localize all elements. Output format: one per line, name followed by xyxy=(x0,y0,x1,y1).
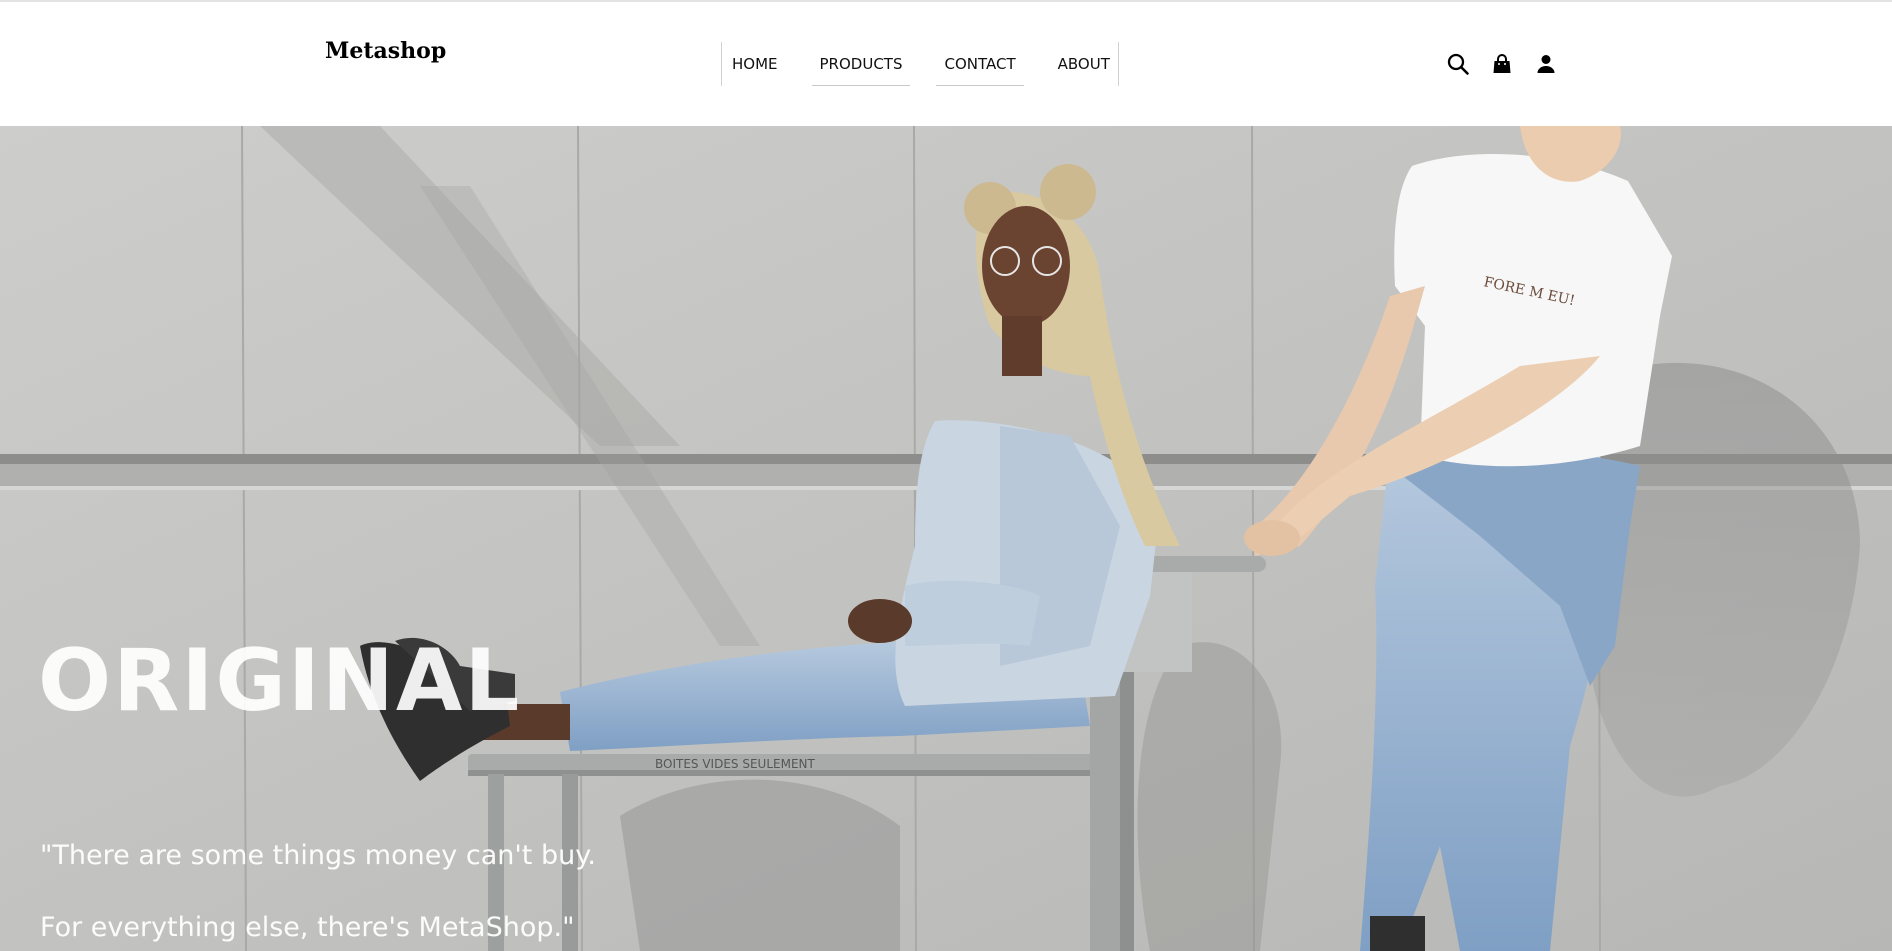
nav-contact[interactable]: CONTACT xyxy=(936,43,1024,86)
main-nav: HOME PRODUCTS CONTACT ABOUT xyxy=(721,42,1119,86)
header-actions xyxy=(1446,52,1558,76)
nav-home[interactable]: HOME xyxy=(724,43,786,85)
nav-about[interactable]: ABOUT xyxy=(1050,43,1118,85)
hero-quote: "There are some things money can't buy. … xyxy=(40,802,596,951)
search-icon[interactable] xyxy=(1446,52,1470,76)
hero-quote-line-2: For everything else, there's MetaShop." xyxy=(40,912,575,943)
hero-quote-line-1: "There are some things money can't buy. xyxy=(40,840,596,871)
hero-headline: ORIGINAL xyxy=(38,631,522,731)
site-header: Metashop HOME PRODUCTS CONTACT ABOUT xyxy=(0,2,1892,126)
shopping-bag-icon[interactable] xyxy=(1490,52,1514,76)
nav-products[interactable]: PRODUCTS xyxy=(811,43,911,86)
bench-sign: BOITES VIDES SEULEMENT xyxy=(655,757,816,771)
site-logo[interactable]: Metashop xyxy=(325,38,446,64)
hero-banner: BOITES VIDES SEULEMENT FORE M EU! ORIGIN… xyxy=(0,126,1892,951)
user-icon[interactable] xyxy=(1534,52,1558,76)
